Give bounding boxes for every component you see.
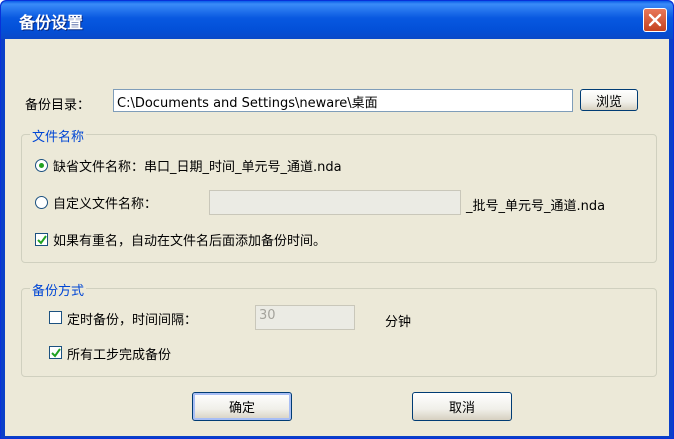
window-title: 备份设置: [19, 13, 84, 32]
dialog-body: 备份目录： C:\Documents and Settings\neware\桌…: [5, 39, 669, 436]
timed-backup-checkbox[interactable]: [49, 311, 62, 324]
backup-dir-label: 备份目录：: [25, 98, 91, 113]
all-steps-checkbox[interactable]: [49, 346, 62, 359]
custom-filename-radio[interactable]: [35, 196, 48, 209]
backup-dir-input[interactable]: C:\Documents and Settings\neware\桌面: [113, 89, 573, 112]
browse-button[interactable]: 浏览: [580, 89, 638, 111]
filename-group-legend: 文件名称: [30, 126, 87, 145]
all-steps-label: 所有工步完成备份: [67, 348, 172, 363]
checkmark-icon: [51, 348, 61, 358]
interval-unit-label: 分钟: [385, 315, 412, 330]
backup-settings-dialog: 备份设置 备份目录： C:\Documents and Settings\new…: [0, 0, 674, 439]
title-bar[interactable]: 备份设置: [1, 1, 673, 39]
append-time-label: 如果有重名，自动在文件名后面添加备份时间。: [53, 234, 327, 249]
append-time-checkbox[interactable]: [35, 233, 48, 246]
checkmark-icon: [37, 235, 47, 245]
backup-mode-groupbox: [21, 288, 657, 377]
cancel-button[interactable]: 取消: [412, 392, 512, 421]
backup-mode-group-legend: 备份方式: [30, 280, 87, 299]
timed-backup-label: 定时备份，时间间隔：: [67, 313, 198, 328]
custom-filename-suffix: _批号_单元号_通道.nda: [466, 199, 606, 214]
close-button[interactable]: [643, 8, 667, 32]
custom-filename-input[interactable]: [209, 190, 461, 215]
interval-input[interactable]: 30: [255, 305, 355, 330]
custom-filename-label: 自定义文件名称：: [53, 197, 158, 212]
default-filename-radio[interactable]: [35, 159, 48, 172]
close-icon: [648, 13, 662, 27]
ok-button[interactable]: 确定: [192, 392, 292, 421]
default-filename-label: 缺省文件名称：串口_日期_时间_单元号_通道.nda: [53, 160, 342, 175]
